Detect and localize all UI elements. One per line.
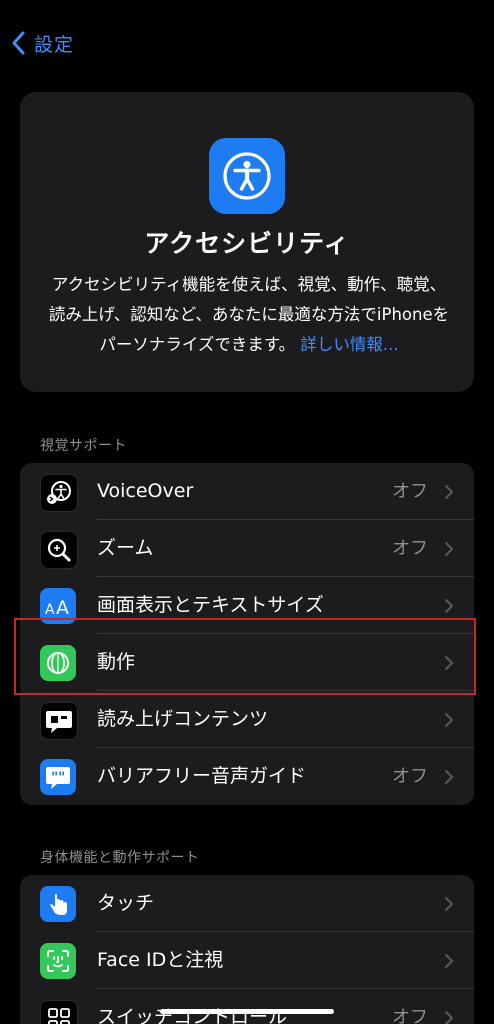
row-label: スイッチコントロール: [97, 1006, 288, 1024]
motion-icon: [40, 645, 76, 681]
home-indicator: [160, 1009, 334, 1014]
touch-icon: [40, 886, 76, 922]
chevron-right-icon: [445, 542, 453, 556]
row-value: オフ: [392, 538, 428, 559]
chevron-left-icon: [12, 31, 25, 55]
chevron-right-icon: [445, 770, 453, 784]
chevron-right-icon: [445, 599, 453, 613]
row-label: 動作: [97, 651, 136, 673]
row-value: オフ: [392, 766, 428, 787]
row-audio-descriptions[interactable]: " " バリアフリー音声ガイド オフ: [20, 748, 474, 805]
row-face-id[interactable]: Face IDと注視: [20, 932, 474, 989]
section-header-vision: 視覚サポート: [40, 438, 127, 454]
face-id-icon: [40, 943, 76, 979]
row-value: オフ: [392, 481, 428, 502]
chevron-right-icon: [445, 897, 453, 911]
row-label: Face IDと注視: [97, 949, 224, 971]
accessibility-icon: [209, 138, 285, 214]
audio-descriptions-icon: " ": [40, 759, 76, 795]
chevron-right-icon: [445, 954, 453, 968]
row-motion[interactable]: 動作: [20, 634, 474, 691]
row-label: バリアフリー音声ガイド: [97, 765, 307, 787]
svg-text:": ": [58, 770, 65, 786]
zoom-icon: [40, 531, 78, 569]
row-spoken-content[interactable]: 読み上げコンテンツ: [20, 691, 474, 748]
spoken-content-icon: [40, 702, 78, 740]
accessibility-header-card: アクセシビリティ アクセシビリティ機能を使えば、視覚、動作、聴覚、読み上げ、認知…: [20, 92, 474, 392]
row-display-text-size[interactable]: A A 画面表示とテキストサイズ: [20, 577, 474, 634]
svg-text:A: A: [56, 597, 69, 619]
row-voiceover[interactable]: VoiceOver オフ: [20, 463, 474, 520]
physical-settings-list: タッチ Face IDと注視 スイッチコントロール オフ: [20, 875, 474, 1024]
row-label: 読み上げコンテンツ: [97, 708, 269, 730]
learn-more-link[interactable]: 詳しい情報...: [300, 335, 398, 354]
page-title: アクセシビリティ: [144, 229, 350, 258]
row-label: 画面表示とテキストサイズ: [97, 594, 324, 616]
chevron-right-icon: [445, 485, 453, 499]
row-label: タッチ: [97, 892, 155, 914]
row-label: VoiceOver: [97, 480, 194, 502]
row-label: ズーム: [97, 537, 154, 559]
back-button[interactable]: 設定: [10, 26, 74, 60]
vision-settings-list: VoiceOver オフ ズーム オフ A A 画面表示とテキストサイズ 動作 …: [20, 463, 474, 805]
row-zoom[interactable]: ズーム オフ: [20, 520, 474, 577]
row-switch-control[interactable]: スイッチコントロール オフ: [20, 989, 474, 1024]
chevron-right-icon: [445, 713, 453, 727]
back-button-label: 設定: [34, 33, 75, 56]
page-description: アクセシビリティ機能を使えば、視覚、動作、聴覚、読み上げ、認知など、あなたに最適…: [44, 270, 454, 360]
svg-text:A: A: [45, 602, 55, 618]
section-header-physical: 身体機能と動作サポート: [40, 850, 200, 866]
chevron-right-icon: [445, 656, 453, 670]
row-touch[interactable]: タッチ: [20, 875, 474, 932]
chevron-right-icon: [445, 1011, 453, 1024]
navigation-bar: 設定: [0, 0, 494, 86]
row-value: オフ: [392, 1007, 428, 1024]
switch-control-icon: [40, 1000, 78, 1024]
voiceover-icon: [40, 474, 78, 512]
display-text-size-icon: A A: [40, 588, 76, 624]
